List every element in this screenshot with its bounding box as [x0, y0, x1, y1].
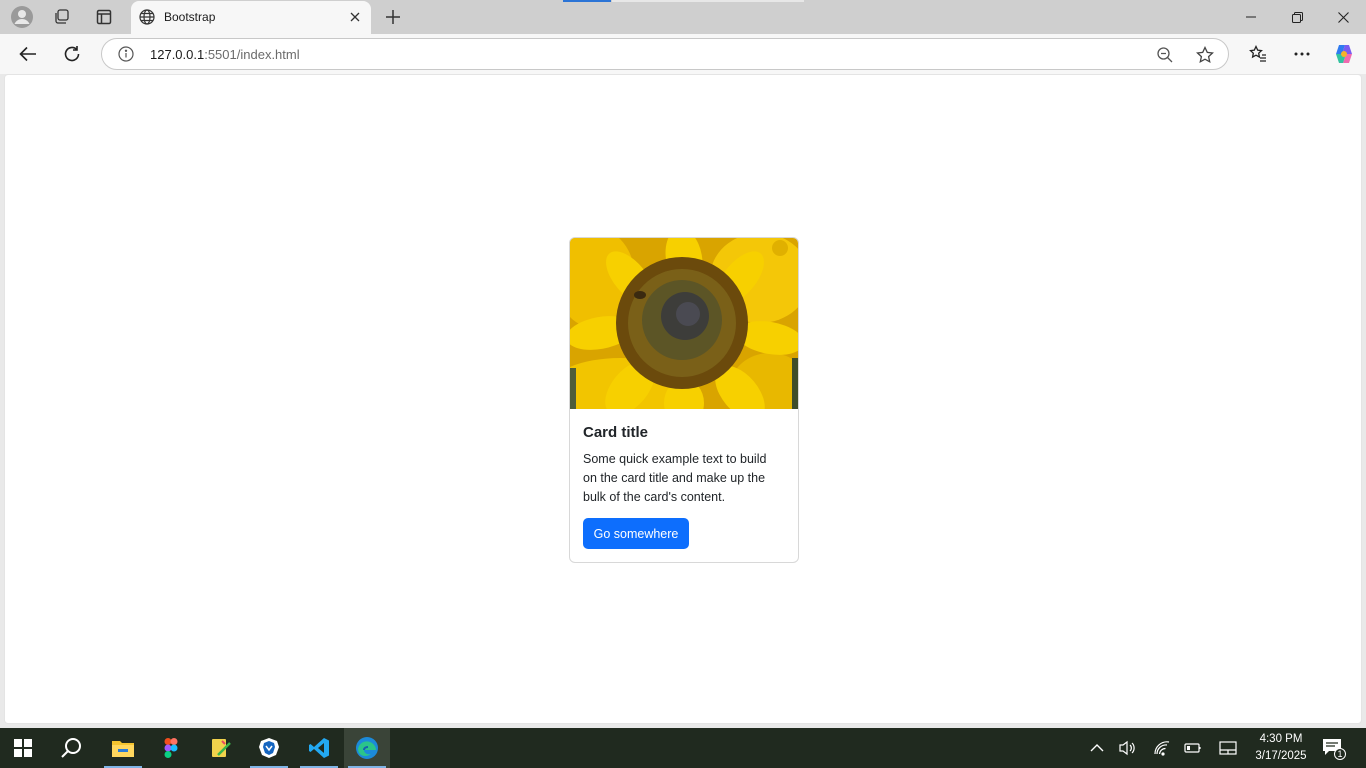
url-path: :5501/index.html — [204, 47, 300, 62]
url-host: 127.0.0.1 — [150, 47, 205, 62]
taskbar-clock[interactable]: 4:30 PM 3/17/2025 — [1244, 731, 1318, 765]
chevron-up-icon[interactable] — [1087, 738, 1107, 758]
browser-toolbar: 127.0.0.1:5501/index.html — [0, 34, 1366, 74]
clock-date: 3/17/2025 — [1255, 750, 1307, 762]
globe-icon — [139, 9, 155, 30]
search-icon[interactable] — [48, 728, 94, 768]
close-icon[interactable] — [345, 7, 365, 27]
restore-icon[interactable] — [1274, 0, 1320, 34]
notifications-icon[interactable]: 1 — [1322, 738, 1346, 760]
tablet-mode-icon[interactable] — [1218, 738, 1238, 758]
windows-start-icon[interactable] — [0, 728, 46, 768]
close-window-icon[interactable] — [1320, 0, 1366, 34]
url-text[interactable]: 127.0.0.1:5501/index.html — [150, 47, 300, 62]
clock-time: 4:30 PM — [1259, 733, 1303, 745]
workspaces-icon[interactable] — [50, 5, 74, 29]
card-image — [570, 238, 798, 409]
notification-count: 1 — [1334, 748, 1346, 760]
card-text: Some quick example text to build on the … — [583, 452, 767, 504]
wifi-icon[interactable] — [1152, 738, 1172, 758]
figma-icon[interactable] — [148, 728, 194, 768]
card-title: Card title — [583, 424, 649, 441]
plus-icon[interactable] — [381, 5, 405, 29]
file-explorer-icon[interactable] — [100, 728, 146, 768]
vscode-icon[interactable] — [296, 728, 342, 768]
tab-strip-indicator — [612, 0, 804, 2]
tab-title: Bootstrap — [164, 10, 216, 24]
card: Card title Some quick example text to bu… — [569, 237, 799, 563]
volume-icon[interactable] — [1118, 738, 1138, 758]
favorites-icon[interactable] — [1244, 41, 1272, 67]
browser-tab[interactable]: Bootstrap — [131, 1, 371, 34]
battery-icon[interactable] — [1183, 738, 1203, 758]
taskbar: 4:30 PM 3/17/2025 1 — [0, 728, 1366, 768]
tab-strip-indicator — [563, 0, 611, 2]
profile-icon[interactable] — [10, 5, 34, 29]
back-icon[interactable] — [14, 41, 42, 67]
go-somewhere-button[interactable]: Go somewhere — [583, 518, 689, 549]
info-icon[interactable] — [118, 46, 134, 67]
minimize-icon[interactable] — [1228, 0, 1274, 34]
refresh-icon[interactable] — [58, 41, 86, 67]
edge-icon[interactable] — [344, 728, 390, 768]
page-viewport: Card title Some quick example text to bu… — [4, 74, 1362, 724]
zoom-out-icon[interactable] — [1154, 44, 1176, 66]
star-icon[interactable] — [1194, 44, 1216, 66]
more-icon[interactable] — [1288, 41, 1316, 67]
brave-icon[interactable] — [246, 728, 292, 768]
address-bar[interactable]: 127.0.0.1:5501/index.html — [101, 38, 1229, 70]
tab-actions-icon[interactable] — [92, 5, 116, 29]
app-icon[interactable] — [198, 728, 244, 768]
copilot-icon[interactable] — [1330, 41, 1358, 67]
browser-titlebar: Bootstrap — [0, 0, 1366, 34]
